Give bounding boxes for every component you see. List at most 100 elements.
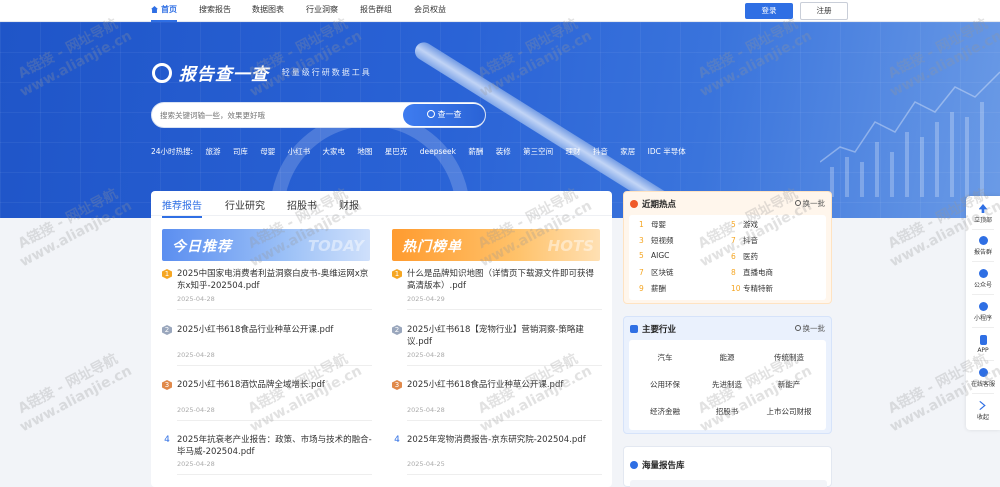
nav-report-groups[interactable]: 报告群组 [360, 0, 392, 22]
float-official-account[interactable]: 公众号 [966, 269, 1000, 289]
hot-term[interactable]: 理财 [566, 147, 581, 156]
report-title[interactable]: 2025小红书618食品行业种草公开课.pdf [177, 324, 372, 336]
industry-item[interactable]: 经济金融 [635, 406, 695, 417]
industry-item[interactable]: 汽车 [635, 352, 695, 363]
hero-banner: 报告查一查 轻量级行研数据工具 查一查 24小时热搜: 旅游 司库 母婴 小红书… [0, 22, 1000, 218]
hot-topic-item[interactable]: 7 区块链 [639, 267, 674, 278]
report-title[interactable]: 什么是品牌知识地图（详情页下载源文件即可获得高清版本）.pdf [407, 268, 602, 292]
tab-financial-reports[interactable]: 财报 [339, 197, 359, 216]
search-input[interactable] [160, 108, 400, 123]
rank-badge: 1 [162, 269, 172, 279]
industry-item[interactable]: 传统制造 [759, 352, 819, 363]
float-back-top[interactable]: 立顶部 [966, 204, 1000, 224]
hot-topic-item[interactable]: 9 薪酬 [639, 283, 666, 294]
hot-topic-label: 抖音 [743, 236, 758, 245]
hot-topic-item[interactable]: 5 游戏 [731, 219, 758, 230]
nav-home[interactable]: 首页 [151, 0, 177, 22]
industry-item[interactable]: 新能产 [759, 379, 819, 390]
report-title[interactable]: 2025小红书618食品行业种草公开课.pdf [407, 379, 602, 391]
nav-data-charts[interactable]: 数据图表 [252, 0, 284, 22]
register-button[interactable]: 注册 [800, 2, 848, 20]
float-collapse[interactable]: 收起 [966, 401, 1000, 421]
hot-term[interactable]: 抖音 [593, 147, 608, 156]
hot-topics-card: 近期热点 换一批 1 母婴 5 游戏 3 短视频 7 抖音 5 AIGC 6 医药 7 区块链… [623, 191, 832, 304]
hot-topic-item[interactable]: 7 抖音 [731, 235, 758, 246]
hot-topic-item[interactable]: 5 AIGC [639, 251, 669, 260]
divider [972, 327, 994, 328]
top-nav: 首页 搜索报告 数据图表 行业洞察 报告群组 会员权益 登录 注册 [0, 0, 1000, 22]
hot-topic-item[interactable]: 8 直播电商 [731, 267, 773, 278]
watermark-line: A链接 - 网址导航 [15, 351, 121, 418]
hot-topic-number: 1 [639, 220, 644, 229]
divider [407, 474, 602, 475]
hot-term[interactable]: 家居 [620, 147, 635, 156]
hot-topic-item[interactable]: 3 短视频 [639, 235, 674, 246]
float-customer-service[interactable]: 在线客服 [966, 368, 1000, 388]
float-label: 公众号 [973, 282, 992, 289]
divider [177, 420, 372, 421]
flame-icon [630, 200, 638, 208]
library-search-bar[interactable] [630, 480, 827, 487]
hot-topic-label: 医药 [743, 252, 758, 261]
chat-icon [978, 368, 988, 377]
divider [972, 294, 994, 295]
hot-term[interactable]: IDC 半导体 [648, 147, 686, 156]
industry-item[interactable]: 上市公司财报 [759, 406, 819, 417]
report-date: 2025-04-25 [407, 460, 445, 468]
float-report-group[interactable]: 报告群 [966, 236, 1000, 256]
hot-term[interactable]: 大家电 [323, 147, 346, 156]
site-logo[interactable]: 报告查一查 轻量级行研数据工具 [152, 60, 372, 85]
search-button[interactable]: 查一查 [403, 104, 485, 126]
hot-term[interactable]: 母婴 [260, 147, 275, 156]
float-mini-program[interactable]: 小程序 [966, 302, 1000, 322]
hot-topic-number: 6 [731, 252, 736, 261]
industry-item[interactable]: 公用环保 [635, 379, 695, 390]
report-date: 2025-04-29 [407, 295, 445, 303]
nav-home-label: 首页 [161, 5, 177, 14]
nav-search-reports[interactable]: 搜索报告 [199, 0, 231, 22]
hot-search-label: 24小时热搜: [151, 147, 194, 156]
rank-badge: 3 [392, 380, 402, 390]
report-title[interactable]: 2025中国家电消费者利益洞察白皮书-奥维运网x京东x知乎-202504.pdf [177, 268, 372, 292]
login-button[interactable]: 登录 [745, 3, 793, 19]
mini-program-icon [978, 302, 988, 311]
nav-industry-insight[interactable]: 行业洞察 [306, 0, 338, 22]
hot-topic-label: 直播电商 [743, 268, 773, 277]
rank-badge: 2 [392, 325, 402, 335]
float-app[interactable]: APP [966, 335, 1000, 354]
hot-term[interactable]: 第三空间 [523, 147, 553, 156]
report-title[interactable]: 2025小红书618酒饮品牌全域增长.pdf [177, 379, 372, 391]
hot-term[interactable]: deepseek [420, 147, 456, 156]
today-recommend-banner: 今日推荐 TODAY [162, 229, 370, 261]
nav-membership[interactable]: 会员权益 [414, 0, 446, 22]
logo-icon [152, 62, 172, 83]
hot-topic-item[interactable]: 10 专精特新 [731, 283, 773, 294]
industry-item[interactable]: 能源 [697, 352, 757, 363]
hot-topic-item[interactable]: 6 医药 [731, 251, 758, 262]
home-icon [151, 6, 158, 13]
hot-topic-label: 短视频 [651, 236, 674, 245]
tab-industry-research[interactable]: 行业研究 [225, 197, 265, 216]
tab-prospectus[interactable]: 招股书 [287, 197, 317, 216]
hot-topics-refresh-button[interactable]: 换一批 [794, 198, 825, 209]
hot-term[interactable]: 星巴克 [385, 147, 408, 156]
industries-refresh-button[interactable]: 换一批 [794, 323, 825, 334]
hot-topic-label: 区块链 [651, 268, 674, 277]
refresh-icon [794, 325, 801, 331]
hot-term[interactable]: 装修 [496, 147, 511, 156]
hot-term[interactable]: 小红书 [288, 147, 311, 156]
hot-topics-list: 1 母婴 5 游戏 3 短视频 7 抖音 5 AIGC 6 医药 7 区块链 8 直播电商 9薪… [629, 215, 826, 300]
report-date: 2025-04-28 [407, 351, 445, 359]
industry-item[interactable]: 先进制造 [697, 379, 757, 390]
hot-term[interactable]: 旅游 [205, 147, 220, 156]
hot-topic-item[interactable]: 1 母婴 [639, 219, 666, 230]
hot-term[interactable]: 薪酬 [468, 147, 483, 156]
report-title[interactable]: 2025年抗衰老产业报告：政策、市场与技术的融合-毕马威-202504.pdf [177, 434, 372, 458]
search-button-label: 查一查 [437, 110, 462, 119]
hot-term[interactable]: 司库 [233, 147, 248, 156]
report-title[interactable]: 2025年宠物消费报告-京东研究院-202504.pdf [407, 434, 602, 446]
report-title[interactable]: 2025小红书618【宠物行业】营销洞察-策略建议.pdf [407, 324, 602, 348]
industry-item[interactable]: 招股书 [697, 406, 757, 417]
hot-topics-title: 近期热点 [642, 200, 677, 210]
hot-term[interactable]: 地图 [357, 147, 372, 156]
